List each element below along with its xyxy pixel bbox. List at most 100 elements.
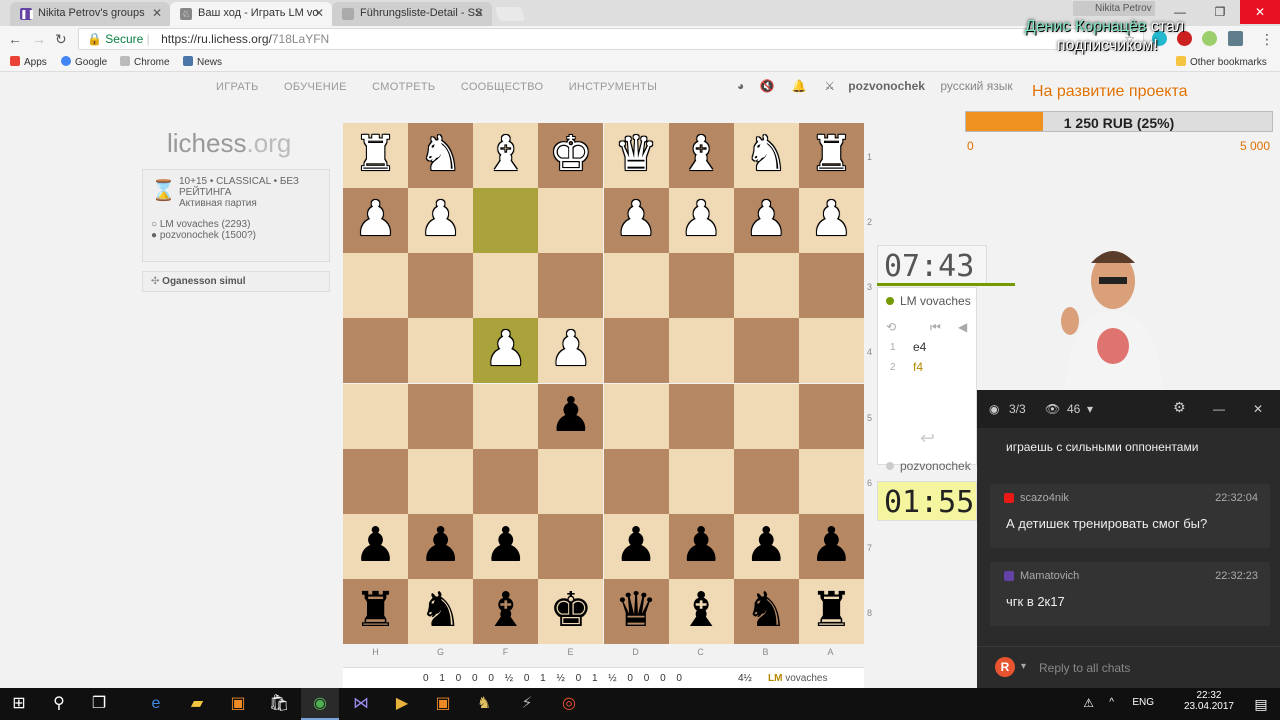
white-pawn-piece[interactable]: ♟	[408, 188, 473, 253]
windows-start-icon[interactable]: ⊞	[0, 688, 38, 720]
black-rook-piece[interactable]: ♜	[343, 579, 408, 644]
nav-watch[interactable]: СМОТРЕТЬ	[372, 81, 435, 93]
nav-play[interactable]: ИГРАТЬ	[216, 81, 259, 93]
restream-icon[interactable]: ◎	[550, 688, 588, 720]
username-link[interactable]: pozvonochek	[848, 79, 925, 93]
board-square[interactable]	[668, 318, 734, 384]
white-pawn-piece[interactable]: ♟	[538, 318, 603, 383]
board-square[interactable]	[603, 448, 669, 514]
board-square[interactable]	[798, 383, 864, 449]
black-player[interactable]: ● pozvonochek (1500?)	[151, 230, 329, 241]
black-knight-piece[interactable]: ♞	[734, 579, 799, 644]
board-square[interactable]	[798, 253, 864, 319]
board-square[interactable]	[343, 383, 409, 449]
bookmark-news[interactable]: News	[183, 56, 222, 68]
close-window-button[interactable]: ✕	[1240, 0, 1280, 24]
black-pawn-piece[interactable]: ♟	[669, 514, 734, 579]
board-square[interactable]	[408, 448, 474, 514]
board-square[interactable]	[343, 448, 409, 514]
chevron-down-icon[interactable]: ▾	[1087, 402, 1093, 416]
board-square[interactable]	[408, 318, 474, 384]
player-icon[interactable]: ▶	[383, 688, 421, 720]
palette-icon[interactable]: ◕	[737, 79, 744, 93]
board-square[interactable]	[733, 253, 799, 319]
black-pawn-piece[interactable]: ♟	[473, 514, 538, 579]
white-rook-piece[interactable]: ♜	[799, 123, 864, 188]
bottom-player[interactable]: pozvonochek	[886, 459, 971, 473]
score-player[interactable]: LM vovaches	[768, 673, 827, 684]
maximize-button[interactable]: ❐	[1200, 0, 1240, 24]
black-knight-piece[interactable]: ♞	[408, 579, 473, 644]
language-indicator[interactable]: ENG	[1132, 697, 1154, 708]
black-pawn-piece[interactable]: ♟	[408, 514, 473, 579]
message-user[interactable]: scazo4nik	[1020, 492, 1069, 504]
browser-tab-1[interactable]: ❚❚ Nikita Petrov's groups ✕	[10, 2, 170, 26]
board-square[interactable]	[798, 448, 864, 514]
close-tab-icon[interactable]: ✕	[152, 6, 162, 20]
board-square[interactable]	[538, 253, 604, 319]
address-bar[interactable]: 🔒 Secure | https://ru.lichess.org/718LaY…	[78, 28, 1144, 50]
black-king-piece[interactable]: ♚	[538, 579, 603, 644]
chess-app-icon[interactable]: ♞	[465, 688, 503, 720]
other-bookmarks[interactable]: Other bookmarks	[1176, 56, 1267, 68]
board-square[interactable]	[473, 383, 539, 449]
nav-tools[interactable]: ИНСТРУМЕНТЫ	[569, 81, 657, 93]
white-pawn-piece[interactable]: ♟	[669, 188, 734, 253]
back-icon[interactable]: ←	[8, 31, 22, 47]
board-square[interactable]	[538, 188, 604, 254]
board-square[interactable]	[798, 318, 864, 384]
close-tab-icon[interactable]: ✕	[314, 6, 324, 20]
close-icon[interactable]: ✕	[1253, 402, 1263, 416]
chevron-up-icon[interactable]: ^	[1109, 697, 1114, 708]
site-logo[interactable]: lichess.org	[167, 128, 291, 159]
first-move-icon[interactable]: ⏮	[930, 320, 941, 335]
board-square[interactable]	[603, 383, 669, 449]
menu-icon[interactable]: ⋮	[1260, 31, 1274, 48]
folder-icon[interactable]: ▰	[178, 688, 216, 720]
black-bishop-piece[interactable]: ♝	[473, 579, 538, 644]
restream-icon[interactable]: R	[995, 657, 1015, 677]
extension-icon[interactable]	[1228, 31, 1243, 46]
move-white[interactable]: f4	[913, 360, 923, 374]
nav-learn[interactable]: ОБУЧЕНИЕ	[284, 81, 347, 93]
board-square[interactable]	[538, 448, 604, 514]
bookmark-apps[interactable]: Apps	[10, 56, 47, 68]
forward-icon[interactable]: →	[32, 31, 46, 47]
white-pawn-piece[interactable]: ♟	[799, 188, 864, 253]
black-pawn-piece[interactable]: ♟	[343, 514, 408, 579]
takeback-icon[interactable]: ↩	[920, 428, 935, 449]
black-queen-piece[interactable]: ♛	[604, 579, 669, 644]
nav-community[interactable]: СООБЩЕСТВО	[461, 81, 544, 93]
white-bishop-piece[interactable]: ♝	[473, 123, 538, 188]
white-pawn-piece[interactable]: ♟	[604, 188, 669, 253]
board-square[interactable]	[473, 188, 539, 254]
white-rook-piece[interactable]: ♜	[343, 123, 408, 188]
board-square[interactable]	[408, 383, 474, 449]
new-tab-button[interactable]	[494, 7, 526, 21]
top-player[interactable]: LM vovaches	[886, 294, 971, 308]
board-square[interactable]	[733, 318, 799, 384]
app-13-icon[interactable]: ▣	[424, 688, 462, 720]
board-square[interactable]	[343, 318, 409, 384]
white-player[interactable]: ○ LM vovaches (2293)	[151, 219, 329, 230]
profile-button[interactable]: Nikita Petrov	[1073, 1, 1155, 16]
visual-studio-icon[interactable]: ⋈	[342, 688, 380, 720]
chevron-down-icon[interactable]: ▾	[1021, 661, 1026, 672]
board-square[interactable]	[603, 318, 669, 384]
store-icon[interactable]: 🛍	[260, 688, 298, 720]
white-king-piece[interactable]: ♚	[538, 123, 603, 188]
board-square[interactable]	[473, 448, 539, 514]
black-pawn-piece[interactable]: ♟	[799, 514, 864, 579]
board-square[interactable]	[538, 513, 604, 579]
board-square[interactable]	[733, 383, 799, 449]
board-square[interactable]	[343, 253, 409, 319]
white-queen-piece[interactable]: ♛	[604, 123, 669, 188]
notifications-icon[interactable]: ▤	[1242, 688, 1280, 720]
message-user[interactable]: Mamatovich	[1020, 570, 1079, 582]
black-pawn-piece[interactable]: ♟	[734, 514, 799, 579]
simul-link[interactable]: ✣ Oganesson simul	[142, 271, 330, 292]
white-bishop-piece[interactable]: ♝	[669, 123, 734, 188]
tray-warning-icon[interactable]: ⚠	[1083, 696, 1094, 710]
app-icon[interactable]: ⚡	[508, 688, 546, 720]
extension-icon[interactable]	[1202, 31, 1217, 46]
